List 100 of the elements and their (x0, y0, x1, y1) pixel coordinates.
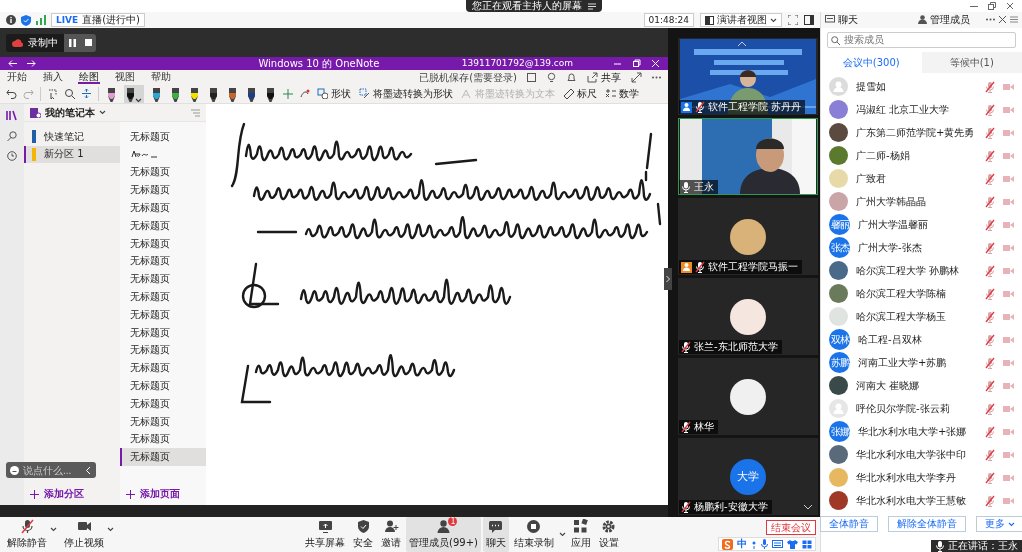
page-item[interactable]: 无标题页 (120, 181, 206, 200)
page-item[interactable]: 无标题页 (120, 270, 206, 289)
section-item[interactable]: 新分区 1 (24, 145, 120, 163)
expand-icon[interactable] (631, 71, 642, 83)
mic-button[interactable]: 解除静音 (4, 517, 50, 552)
page-item[interactable]: 无标题页 (120, 430, 206, 449)
notebooks-icon[interactable] (6, 110, 18, 121)
restore-icon[interactable] (632, 59, 641, 68)
fullscreen-icon[interactable] (788, 15, 798, 25)
member-row[interactable]: 提雪如 (821, 75, 1022, 99)
back-arrow-icon[interactable] (8, 59, 17, 68)
member-row[interactable]: 张杰 广州大学-张杰 (821, 236, 1022, 260)
end-meeting-button[interactable]: 结束会议 (766, 520, 816, 535)
view-button[interactable]: 演讲者视图 (700, 13, 782, 27)
page-item[interactable]: 无标题页 (120, 448, 206, 467)
add-section-button[interactable]: 添加分区 (24, 483, 90, 505)
stop-button[interactable] (80, 33, 96, 52)
notebook-icon[interactable] (526, 71, 537, 83)
member-row[interactable]: 苏鹏 河南工业大学+苏鹏 (821, 351, 1022, 375)
panel-button[interactable]: 解除全体静音 (887, 516, 966, 533)
member-row[interactable]: 双林 哈工程-吕双林 (821, 328, 1022, 352)
page-item[interactable]: 无标题页 (120, 252, 206, 271)
page-item[interactable]: 无标题页 (120, 305, 206, 324)
scroll-down-icon[interactable] (803, 504, 813, 510)
toolbox-icon[interactable] (802, 539, 812, 549)
menu-tab[interactable]: 视图 (114, 70, 136, 84)
add-pen-icon[interactable] (283, 88, 293, 99)
page-item[interactable]: 无标题页 (120, 163, 206, 182)
invite-button[interactable]: 邀请 (378, 517, 404, 552)
members-button[interactable]: 管理成员(99+) 1 (406, 517, 481, 552)
bell-icon[interactable] (566, 71, 577, 83)
pen-button[interactable] (124, 84, 144, 103)
lightbulb-icon[interactable] (546, 71, 557, 83)
menu-icon[interactable] (1010, 16, 1018, 24)
scroll-up-icon[interactable] (737, 41, 747, 47)
members-panel-tab[interactable]: 管理成员 (918, 12, 970, 27)
microphone-icon[interactable] (761, 539, 768, 549)
page-item[interactable]: 无标题页 (120, 199, 206, 217)
menu-tab[interactable]: 帮助 (150, 70, 172, 84)
close-icon[interactable] (999, 16, 1006, 24)
chat-input[interactable]: 说点什么... (23, 464, 81, 476)
tool-button[interactable]: 标尺 (562, 86, 598, 101)
close-icon[interactable] (1006, 2, 1014, 10)
search-icon[interactable] (7, 131, 17, 141)
panel-button[interactable]: 全体静音 (819, 516, 878, 533)
search-field[interactable]: 搜索成员 (827, 31, 1016, 48)
menu-tab[interactable]: 插入 (42, 70, 64, 84)
member-row[interactable]: 呼伦贝尔学院-张云莉 (821, 397, 1022, 421)
page-item[interactable]: 无标题页 (120, 377, 206, 395)
input-mode-label[interactable]: 中 (737, 537, 747, 551)
page-item[interactable]: 无标题页 (120, 412, 206, 431)
emoji-icon[interactable] (10, 465, 19, 475)
chat-panel-tab[interactable]: 聊天 (825, 12, 858, 27)
member-row[interactable]: 河南大 崔晓娜 (821, 374, 1022, 398)
member-row[interactable]: 哈尔滨工程大学陈楠 (821, 282, 1022, 306)
member-row[interactable]: 广二师-杨娟 (821, 144, 1022, 168)
tool-button[interactable]: 形状 (316, 86, 352, 101)
tool-button[interactable]: 将墨迹转换为形状 (358, 86, 454, 101)
member-row[interactable]: 张娜 华北水利水电大学+张娜 (821, 420, 1022, 444)
member-row[interactable]: 华北水利水电大学张中印 (821, 443, 1022, 467)
security-button[interactable]: 安全 (350, 517, 376, 552)
notebook-name[interactable]: 我的笔记本 (45, 105, 95, 120)
page-item[interactable]: 无标题页 (120, 234, 206, 253)
history-icon[interactable] (7, 151, 17, 161)
lasso-select-icon[interactable] (47, 88, 58, 99)
tool-button[interactable]: 数学 (604, 86, 640, 101)
page-item[interactable]: 无标题页 (120, 341, 206, 360)
menu-tab[interactable]: 开始 (6, 70, 28, 84)
page-item[interactable]: 无标题页 (120, 394, 206, 413)
member-row[interactable]: 华北水利水电大学李丹 (821, 466, 1022, 490)
page-item[interactable]: 无标题页 (120, 217, 206, 235)
share-icon[interactable] (587, 71, 598, 83)
panel-button[interactable]: 更多 (975, 516, 1022, 533)
chat-box[interactable]: 说点什么... (6, 462, 96, 478)
share-button[interactable]: 共享屏幕 (302, 517, 348, 552)
member-row[interactable]: 广州大学韩晶晶 (821, 190, 1022, 214)
page-item[interactable]: 无标题页 (120, 359, 206, 378)
member-row[interactable]: 哈尔滨工程大学 孙鹏林 (821, 259, 1022, 283)
member-row[interactable]: 冯淑红 北京工业大学 (821, 98, 1022, 122)
apps-button[interactable]: 应用 (567, 517, 594, 552)
expand-handle-icon[interactable] (664, 268, 672, 290)
ink-replay-icon[interactable] (299, 88, 310, 99)
share-button[interactable]: 共享 (586, 70, 622, 84)
undo-icon[interactable] (6, 88, 17, 99)
page-item[interactable]: 无标题页 (120, 128, 206, 146)
member-tab[interactable]: 等候中(1) (921, 51, 1022, 74)
video-button[interactable]: 停止视频 (61, 517, 107, 552)
collapse-icon[interactable] (85, 465, 91, 475)
forward-arrow-icon[interactable] (27, 59, 36, 68)
section-item[interactable]: 快速笔记 (24, 128, 120, 146)
punctuation-icon[interactable] (751, 539, 757, 549)
member-row[interactable]: 馨丽 广州大学温馨丽 (821, 213, 1022, 237)
member-row[interactable]: 哈尔滨工程大学杨玉 (821, 305, 1022, 329)
chat-button[interactable]: 聊天 (482, 517, 509, 552)
more-icon[interactable] (986, 18, 995, 22)
member-row[interactable]: 广致君 (821, 167, 1022, 191)
member-row[interactable]: 华北水利水电大学王慧敏 (821, 489, 1022, 513)
add-space-icon[interactable] (81, 88, 92, 99)
view-options-icon[interactable] (588, 2, 596, 10)
page-item[interactable]: 无标题页 (120, 323, 206, 342)
